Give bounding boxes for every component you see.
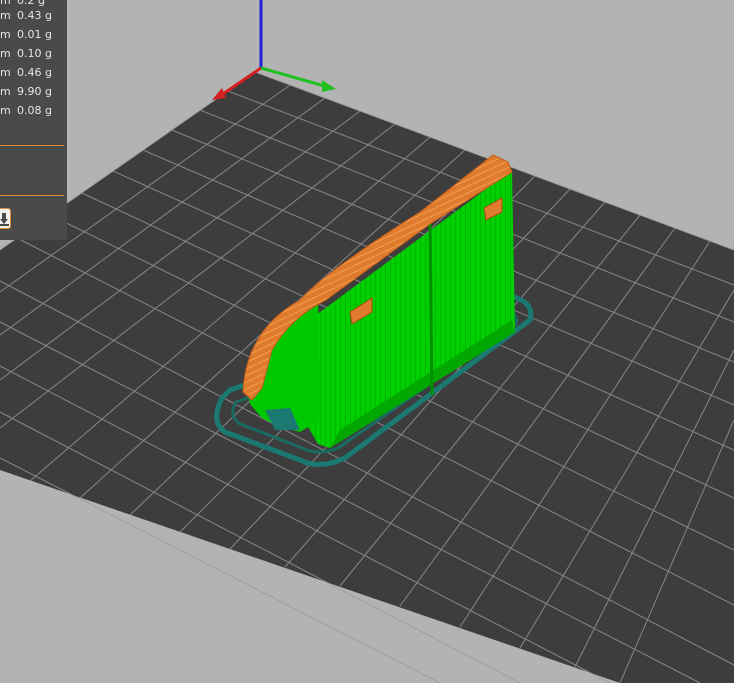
stat-weight: 0.43 g (17, 9, 52, 22)
stat-unit: m (0, 85, 11, 98)
stat-unit: m (0, 9, 11, 22)
stat-weight: 0.01 g (17, 28, 52, 41)
y-axis-arrow (322, 80, 336, 92)
stat-row: m 0.10 g (0, 45, 67, 63)
divider (0, 145, 64, 146)
stat-weight: 9.90 g (17, 85, 52, 98)
divider (0, 195, 64, 196)
3d-viewport[interactable] (0, 0, 734, 683)
x-axis-arrow (212, 88, 226, 100)
stat-row: m 0.46 g (0, 64, 67, 82)
stat-weight: 0.46 g (17, 66, 52, 79)
stat-unit: m (0, 104, 11, 117)
stat-weight: 0.10 g (17, 47, 52, 60)
download-icon (0, 213, 9, 226)
stat-unit: m (0, 28, 11, 41)
stat-row: m 9.90 g (0, 83, 67, 101)
slice-statistics-panel: m 0.2 g m 0.43 g m 0.01 g m 0.10 g m 0.4… (0, 0, 67, 240)
export-gcode-button[interactable] (0, 208, 11, 229)
stat-unit: m (0, 66, 11, 79)
model-seam (428, 217, 434, 396)
stat-row: m 0.43 g (0, 7, 67, 25)
stat-weight: 0.08 g (17, 104, 52, 117)
stat-row: m 0.01 g (0, 26, 67, 44)
stat-row: m 0.08 g (0, 102, 67, 120)
stat-unit: m (0, 47, 11, 60)
